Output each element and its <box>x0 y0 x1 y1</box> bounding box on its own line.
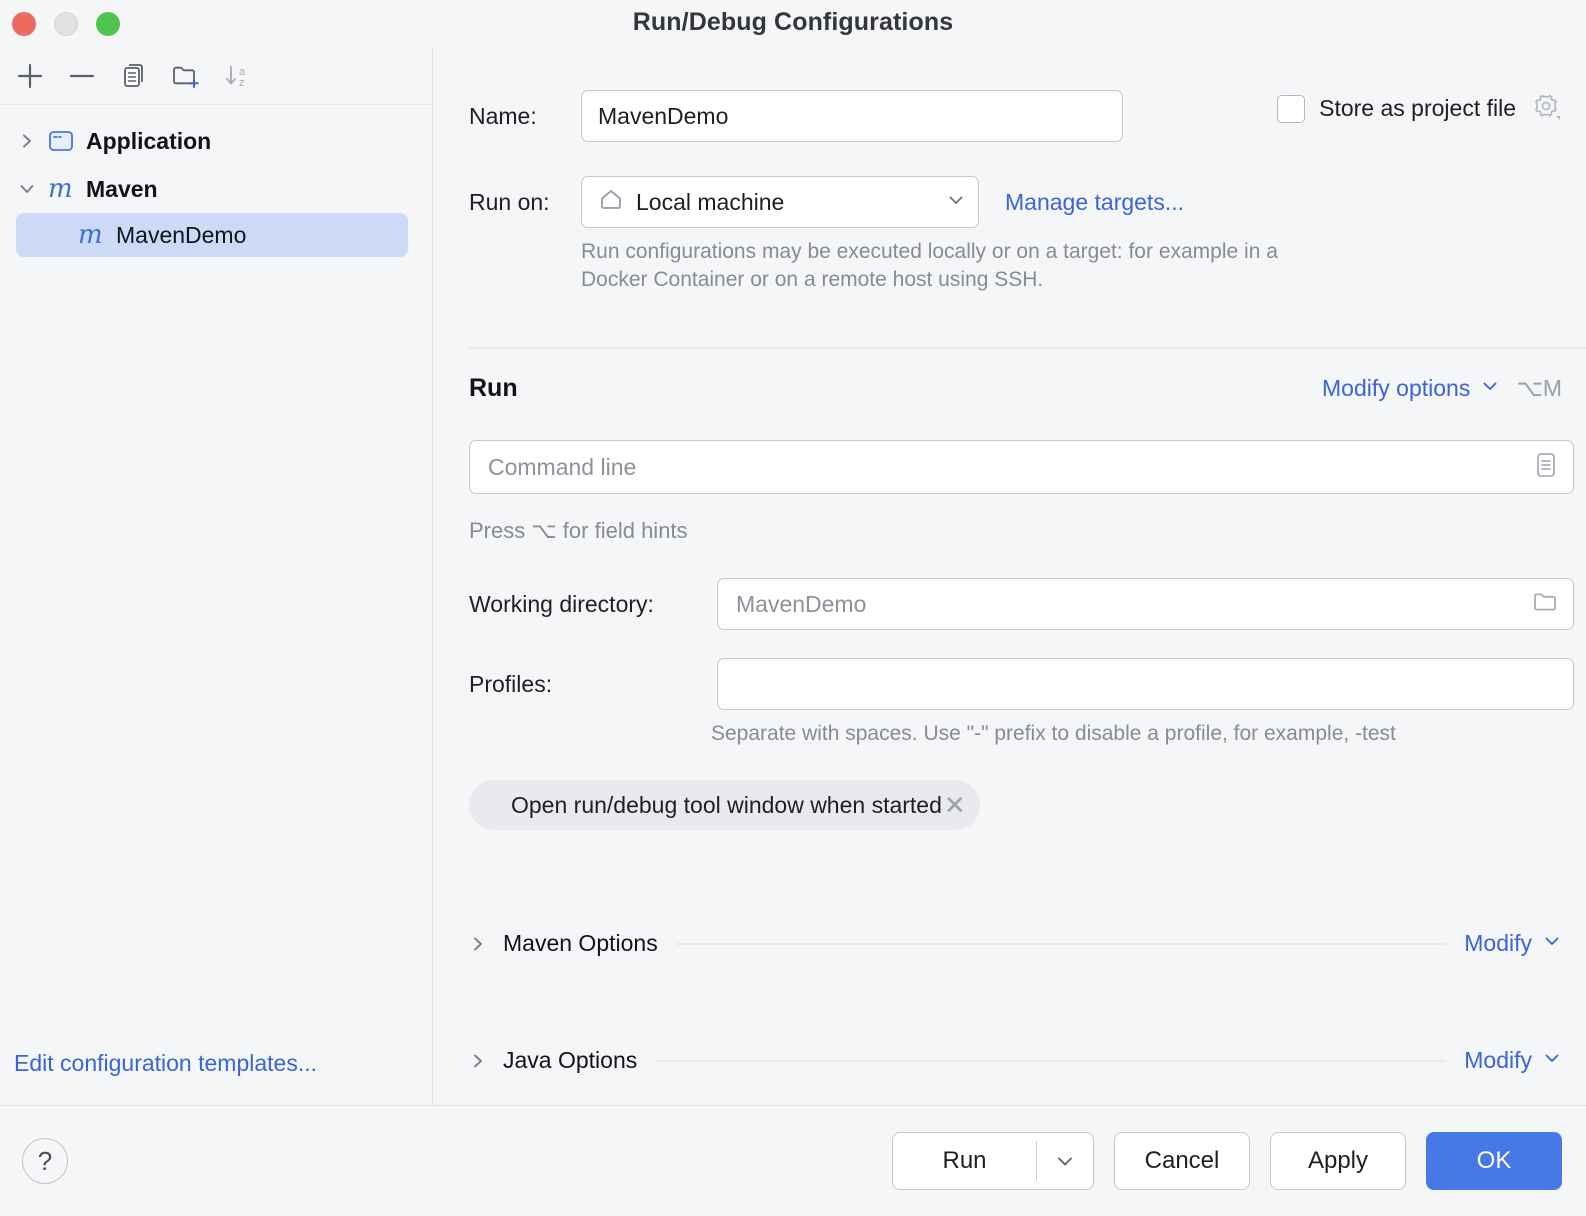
minus-icon <box>67 61 97 91</box>
tree-item-label: MavenDemo <box>116 222 246 249</box>
maven-options-label: Maven Options <box>503 930 658 957</box>
name-label: Name: <box>469 103 581 130</box>
command-line-placeholder: Command line <box>488 454 1533 481</box>
tree-item-application[interactable]: Application <box>0 117 432 165</box>
application-window-icon <box>48 129 86 153</box>
run-section-actions: Modify options ⌥M <box>1322 375 1562 402</box>
chevron-down-icon <box>1542 930 1562 957</box>
add-configuration-button[interactable] <box>4 54 56 98</box>
dialog-body: a z A <box>0 48 1586 1105</box>
name-input[interactable]: MavenDemo <box>581 90 1123 142</box>
modify-options-shortcut: ⌥M <box>1516 375 1562 402</box>
command-line-input[interactable]: Command line <box>469 440 1574 494</box>
section-rule <box>676 943 1447 945</box>
footer-buttons: Run Cancel Apply OK <box>892 1132 1562 1190</box>
help-button[interactable]: ? <box>22 1138 68 1184</box>
close-icon[interactable]: ✕ <box>944 792 966 818</box>
configurations-tree: Application m Maven m MavenDemo <box>0 105 432 1050</box>
copy-icon <box>119 61 149 91</box>
run-on-target-select[interactable]: Local machine <box>581 176 979 228</box>
chevron-right-icon[interactable] <box>18 132 48 150</box>
page-title: Run/Debug Configurations <box>0 8 1586 37</box>
manage-targets-link[interactable]: Manage targets... <box>1005 189 1184 216</box>
working-directory-input[interactable]: MavenDemo <box>717 578 1574 630</box>
run-on-row: Run on: Local machine Manage targets... <box>469 176 1184 228</box>
chevron-right-icon[interactable] <box>469 935 503 953</box>
run-on-label: Run on: <box>469 189 581 216</box>
sidebar-footer: Edit configuration templates... <box>0 1050 432 1105</box>
run-split-button[interactable]: Run <box>892 1132 1094 1190</box>
profiles-label: Profiles: <box>469 671 717 698</box>
chevron-down-icon[interactable] <box>1037 1150 1093 1172</box>
tree-item-label: Maven <box>86 176 158 203</box>
run-on-target-value: Local machine <box>636 189 946 216</box>
gear-icon[interactable] <box>1530 90 1562 127</box>
java-options-section[interactable]: Java Options Modify <box>469 1047 1562 1074</box>
run-button[interactable]: Run <box>893 1147 1036 1175</box>
modify-label: Modify <box>1464 1047 1532 1074</box>
run-section-title: Run <box>469 374 518 403</box>
remove-configuration-button[interactable] <box>56 54 108 98</box>
modify-options-label: Modify options <box>1322 375 1470 402</box>
store-as-project-file-checkbox[interactable] <box>1277 95 1305 123</box>
modify-options-button[interactable]: Modify options <box>1322 375 1500 402</box>
sort-alphabetically-button[interactable]: a z <box>212 54 264 98</box>
profiles-input[interactable] <box>717 658 1574 710</box>
apply-button[interactable]: Apply <box>1270 1132 1406 1190</box>
targets-hint-text: Run configurations may be executed local… <box>581 238 1301 295</box>
working-directory-value: MavenDemo <box>736 591 1531 618</box>
folder-add-icon <box>170 61 202 91</box>
store-as-project-file-label: Store as project file <box>1319 95 1516 122</box>
store-as-project-file-row: Store as project file <box>1277 90 1562 127</box>
java-options-modify-button[interactable]: Modify <box>1464 1047 1562 1074</box>
configurations-sidebar: a z A <box>0 48 433 1105</box>
tree-item-mavendemo[interactable]: m MavenDemo <box>16 213 408 257</box>
run-debug-configurations-dialog: Run/Debug Configurations <box>0 0 1586 1216</box>
edit-configuration-templates-link[interactable]: Edit configuration templates... <box>14 1050 317 1076</box>
open-tool-window-chip[interactable]: Open run/debug tool window when started … <box>469 780 980 830</box>
title-bar: Run/Debug Configurations <box>0 0 1586 48</box>
chevron-down-icon <box>1480 375 1500 402</box>
section-divider <box>469 347 1586 349</box>
new-folder-button[interactable] <box>160 54 212 98</box>
chevron-right-icon[interactable] <box>469 1052 503 1070</box>
chevron-down-icon <box>1542 1047 1562 1074</box>
tree-item-maven[interactable]: m Maven <box>0 165 432 213</box>
profiles-row: Profiles: <box>469 658 1574 710</box>
working-directory-row: Working directory: MavenDemo <box>469 578 1574 630</box>
cancel-button[interactable]: Cancel <box>1114 1132 1250 1190</box>
run-section-header: Run Modify options ⌥M <box>469 374 1562 403</box>
section-rule <box>655 1060 1446 1062</box>
configuration-detail-pane: Name: MavenDemo Store as project file <box>433 48 1586 1105</box>
ok-button[interactable]: OK <box>1426 1132 1562 1190</box>
sidebar-toolbar: a z <box>0 48 432 105</box>
tree-item-label: Application <box>86 128 211 155</box>
chevron-down-icon[interactable] <box>18 180 48 198</box>
dialog-footer: ? Run Cancel Apply OK <box>0 1105 1586 1216</box>
profiles-hint-text: Separate with spaces. Use "-" prefix to … <box>711 722 1578 746</box>
working-directory-label: Working directory: <box>469 591 717 618</box>
maven-options-modify-button[interactable]: Modify <box>1464 930 1562 957</box>
svg-text:z: z <box>239 77 245 89</box>
folder-icon[interactable] <box>1531 588 1559 621</box>
maven-m-icon: m <box>48 176 86 202</box>
chevron-down-icon[interactable] <box>946 189 966 216</box>
plus-icon <box>15 61 45 91</box>
modify-label: Modify <box>1464 930 1532 957</box>
copy-configuration-button[interactable] <box>108 54 160 98</box>
maven-m-icon: m <box>78 222 116 248</box>
maven-options-section[interactable]: Maven Options Modify <box>469 930 1562 957</box>
home-icon <box>598 186 624 218</box>
open-tool-window-chip-label: Open run/debug tool window when started <box>511 792 942 819</box>
expand-editor-icon[interactable] <box>1533 450 1559 485</box>
sort-az-icon: a z <box>221 61 255 91</box>
field-hints-text: Press ⌥ for field hints <box>469 518 688 544</box>
java-options-label: Java Options <box>503 1047 637 1074</box>
